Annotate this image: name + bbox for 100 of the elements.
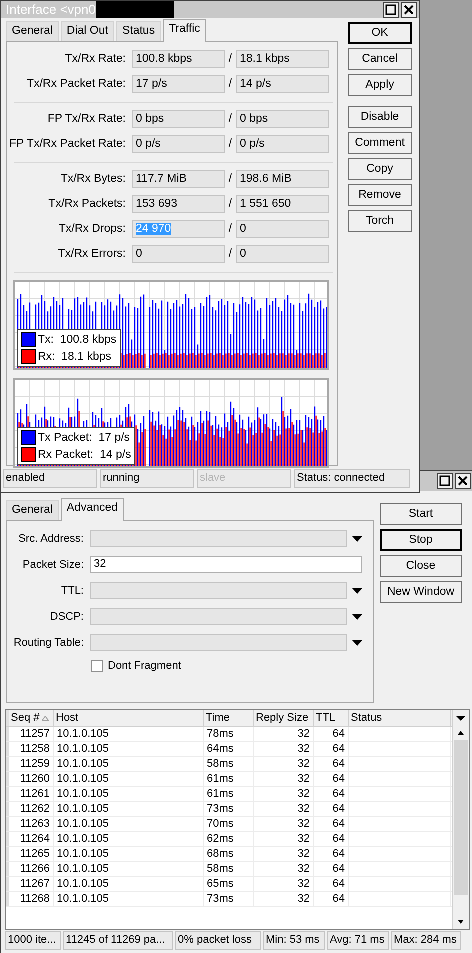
column-header[interactable]: Time: [204, 710, 254, 726]
readonly-field[interactable]: 0 p/s: [132, 135, 225, 153]
field-label: Tx/Rx Drops:: [58, 223, 127, 235]
field-label: Tx/Rx Bytes:: [60, 173, 127, 185]
readonly-field[interactable]: 0 bps: [236, 110, 329, 128]
table-cell: 64: [314, 817, 349, 831]
tab[interactable]: Traffic: [163, 19, 206, 42]
table-cell: 32: [254, 757, 314, 771]
field-label: Routing Table:: [12, 636, 85, 648]
input-field[interactable]: 32: [90, 556, 362, 573]
dropdown-field[interactable]: [90, 634, 347, 651]
dialog-button[interactable]: Start: [380, 503, 462, 525]
readonly-field[interactable]: 0 bps: [132, 110, 225, 128]
readonly-field[interactable]: 14 p/s: [236, 75, 329, 93]
table-cell: 32: [254, 847, 314, 861]
slash-separator: /: [228, 78, 234, 90]
readonly-field[interactable]: 0: [236, 245, 329, 263]
table-cell: 10.1.0.105: [54, 772, 204, 786]
slash-separator: /: [228, 113, 234, 125]
dialog-button[interactable]: Stop: [380, 529, 462, 551]
tab[interactable]: General: [6, 500, 59, 520]
readonly-field[interactable]: 0: [132, 245, 225, 263]
table-cell: 64: [314, 832, 349, 846]
field-label: DSCP:: [49, 610, 85, 622]
tab[interactable]: Advanced: [60, 498, 124, 521]
table-cell: 70ms: [204, 817, 254, 831]
legend-label: Tx Packet: 17 p/s: [38, 432, 130, 444]
checkbox-label: Dont Fragment: [108, 660, 182, 672]
table-cell: 11259: [6, 757, 54, 771]
tab[interactable]: Status: [116, 21, 162, 41]
readonly-field[interactable]: 117.7 MiB: [132, 170, 225, 188]
table-cell: 11267: [6, 877, 54, 891]
readonly-field[interactable]: 18.1 kbps: [236, 50, 329, 68]
dialog-button[interactable]: Torch: [348, 210, 412, 232]
caret-icon[interactable]: [352, 640, 363, 646]
table-cell: 11265: [6, 847, 54, 861]
table-cell: 61ms: [204, 787, 254, 801]
maximize-icon[interactable]: [383, 2, 399, 18]
tab[interactable]: General: [6, 21, 59, 41]
table-cell: 10.1.0.105: [54, 892, 204, 906]
table-cell: 11261: [6, 787, 54, 801]
readonly-field[interactable]: 198.6 MiB: [236, 170, 329, 188]
readonly-field[interactable]: 1 551 650: [236, 195, 329, 213]
table-cell: 68ms: [204, 847, 254, 861]
column-header[interactable]: TTL: [314, 710, 349, 726]
close-icon[interactable]: [455, 473, 471, 489]
table-cell: 10.1.0.105: [54, 862, 204, 876]
tab[interactable]: Dial Out: [60, 21, 114, 41]
maximize-icon[interactable]: [437, 473, 453, 489]
dialog-button[interactable]: Apply: [348, 74, 412, 96]
field-label: TTL:: [60, 584, 85, 596]
status-cell: running: [100, 469, 194, 488]
table-cell: 64ms: [204, 742, 254, 756]
dialog-button[interactable]: OK: [348, 22, 412, 44]
slash-separator: /: [228, 223, 234, 235]
slash-separator: /: [228, 138, 234, 150]
table-cell: 64: [314, 727, 349, 741]
dropdown-field[interactable]: [90, 608, 347, 625]
slash-separator: /: [228, 53, 234, 65]
table-cell: 10.1.0.105: [54, 847, 204, 861]
sort-icon: [42, 716, 49, 720]
table-cell: 58ms: [204, 757, 254, 771]
scrollbar-thumb[interactable]: [454, 740, 468, 895]
dialog-button[interactable]: Comment: [348, 132, 412, 154]
column-header[interactable]: Reply Size: [254, 710, 314, 726]
status-cell: 0% packet loss: [175, 931, 261, 950]
field-label: Packet Size:: [22, 558, 85, 570]
column-header[interactable]: Seq #: [6, 710, 54, 726]
dropdown-field[interactable]: [90, 582, 347, 599]
dialog-button[interactable]: Disable: [348, 106, 412, 128]
close-icon[interactable]: [401, 2, 417, 18]
checkbox[interactable]: [91, 660, 103, 672]
readonly-field[interactable]: 100.8 kbps: [132, 50, 225, 68]
readonly-field[interactable]: 0 p/s: [236, 135, 329, 153]
dialog-button[interactable]: Close: [380, 555, 462, 577]
dialog-button[interactable]: Remove: [348, 184, 412, 206]
table-cell: 64: [314, 802, 349, 816]
table-cell: 10.1.0.105: [54, 787, 204, 801]
table-cell: 11258: [6, 742, 54, 756]
readonly-field[interactable]: 17 p/s: [132, 75, 225, 93]
table-cell: 11266: [6, 862, 54, 876]
table-cell: 73ms: [204, 802, 254, 816]
caret-icon[interactable]: [352, 614, 363, 620]
table-cell: 64: [314, 862, 349, 876]
table-cell: 65ms: [204, 877, 254, 891]
dialog-button[interactable]: Copy: [348, 158, 412, 180]
status-cell: Max: 284 ms: [391, 931, 461, 950]
table-cell: 11268: [6, 892, 54, 906]
column-header[interactable]: Status: [349, 710, 451, 726]
readonly-field[interactable]: 0: [236, 220, 329, 238]
readonly-field[interactable]: 153 693: [132, 195, 225, 213]
column-header[interactable]: Host: [54, 710, 204, 726]
caret-icon[interactable]: [352, 536, 363, 542]
table-cell: 32: [254, 727, 314, 741]
table-cell: 64: [314, 892, 349, 906]
dropdown-field[interactable]: [90, 530, 347, 547]
caret-icon[interactable]: [352, 588, 363, 594]
dialog-button[interactable]: New Window: [380, 581, 462, 603]
dialog-button[interactable]: Cancel: [348, 48, 412, 70]
table-cell: 10.1.0.105: [54, 817, 204, 831]
